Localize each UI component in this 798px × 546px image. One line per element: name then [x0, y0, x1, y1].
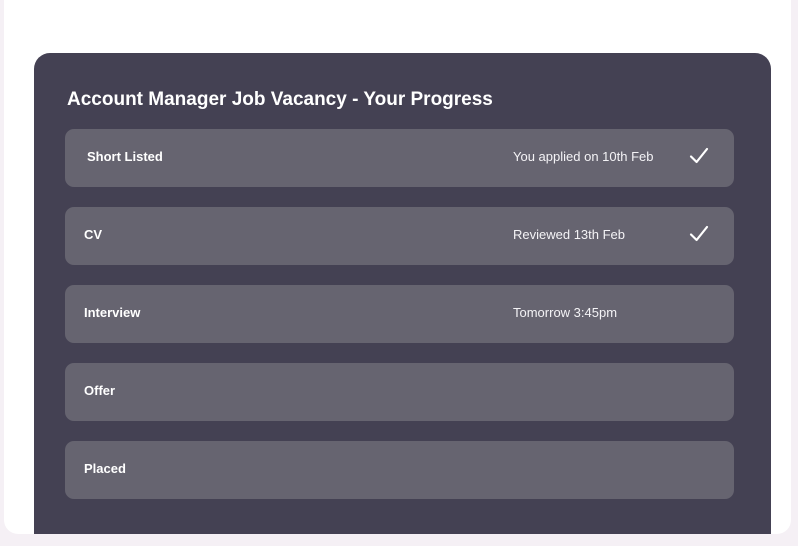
checkmark-icon — [688, 223, 710, 245]
step-date: Tomorrow 3:45pm — [513, 305, 618, 320]
page-background: Account Manager Job Vacancy - Your Progr… — [0, 0, 798, 546]
step-label: Placed — [84, 461, 126, 476]
progress-step-short-listed: Short Listed You applied on 10th Feb — [65, 129, 734, 187]
job-progress-panel: Account Manager Job Vacancy - Your Progr… — [34, 53, 771, 534]
progress-step-interview: Interview Tomorrow 3:45pm — [65, 285, 734, 343]
progress-step-cv: CV Reviewed 13th Feb — [65, 207, 734, 265]
progress-step-placed: Placed — [65, 441, 734, 499]
progress-step-offer: Offer — [65, 363, 734, 421]
step-label: Short Listed — [87, 149, 163, 164]
step-label: Offer — [84, 383, 116, 398]
step-label: CV — [84, 227, 103, 242]
page-title: Account Manager Job Vacancy - Your Progr… — [67, 89, 493, 110]
step-date: You applied on 10th Feb — [513, 149, 654, 164]
step-label: Interview — [84, 305, 141, 320]
step-date: Reviewed 13th Feb — [513, 227, 626, 242]
checkmark-icon — [688, 145, 710, 167]
